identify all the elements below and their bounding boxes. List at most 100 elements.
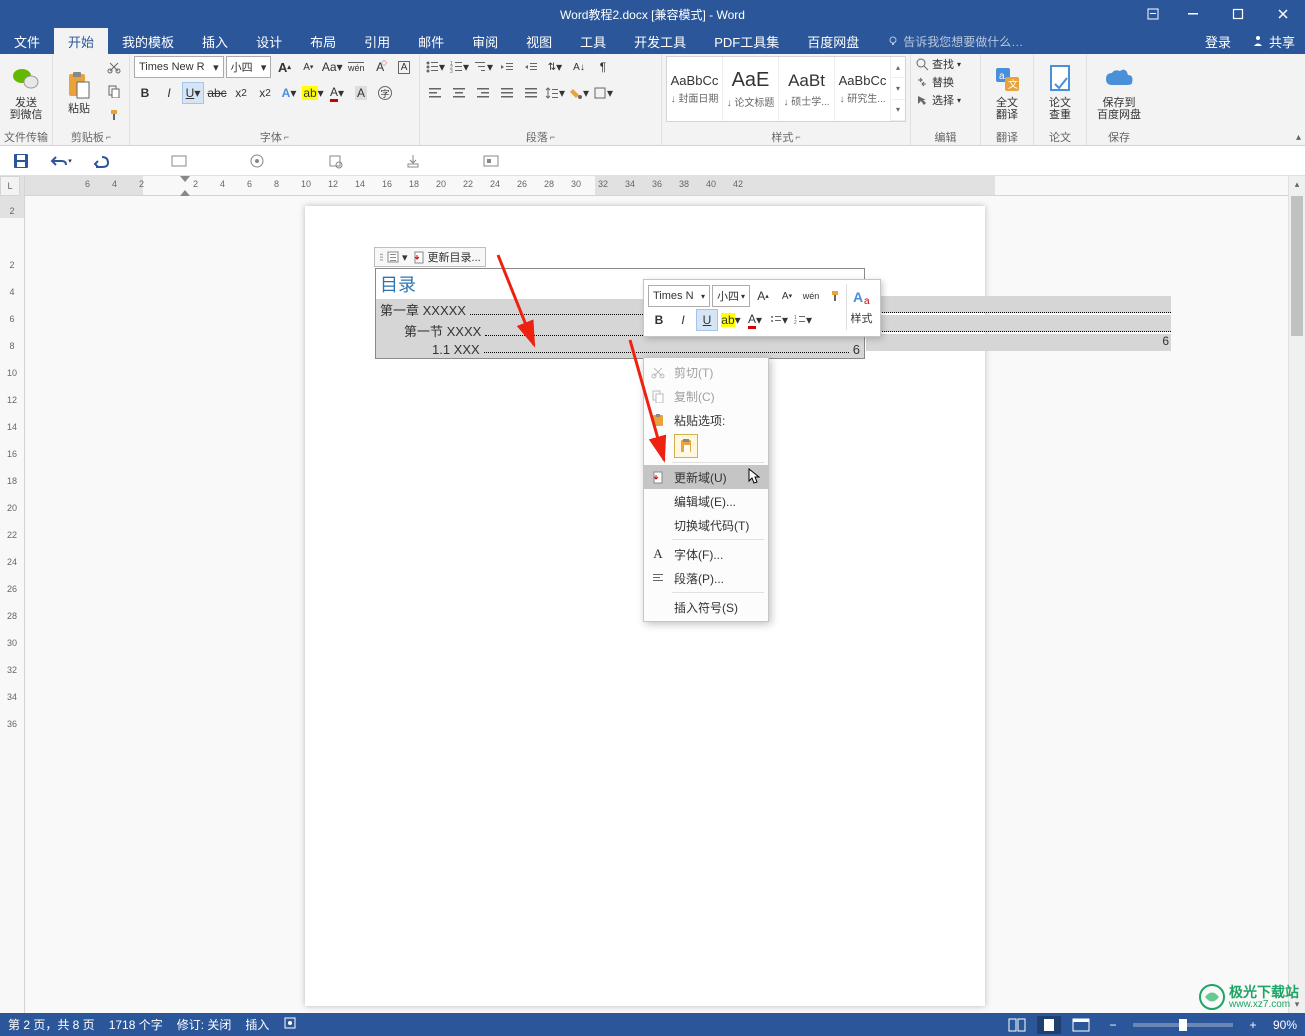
tab-pdf[interactable]: PDF工具集: [700, 28, 793, 54]
qat-btn-4[interactable]: [402, 150, 424, 172]
toc-grip-icon[interactable]: ⁝⁝: [379, 251, 382, 264]
bullets-button[interactable]: ▾: [424, 56, 446, 78]
paste-button[interactable]: 粘贴: [57, 56, 101, 128]
increase-indent-button[interactable]: [520, 56, 542, 78]
status-page[interactable]: 第 2 页，共 8 页: [8, 1016, 95, 1033]
paste-keep-source-button[interactable]: [674, 434, 698, 458]
asian-layout-button[interactable]: ⇅▾: [544, 56, 566, 78]
tab-home[interactable]: 开始: [54, 28, 108, 54]
format-painter-button[interactable]: [103, 104, 125, 126]
style-scroll-up[interactable]: ▴: [891, 57, 905, 78]
tab-insert[interactable]: 插入: [188, 28, 242, 54]
zoom-slider[interactable]: [1133, 1023, 1233, 1027]
tab-view[interactable]: 视图: [512, 28, 566, 54]
tab-developer[interactable]: 开发工具: [620, 28, 700, 54]
mini-bullets[interactable]: ▾: [768, 309, 790, 331]
translate-button[interactable]: a文全文 翻译: [985, 56, 1029, 128]
mini-grow-font[interactable]: A▴: [752, 285, 774, 307]
tab-tools[interactable]: 工具: [566, 28, 620, 54]
send-to-wechat-button[interactable]: 发送 到微信: [4, 56, 48, 128]
tab-mailings[interactable]: 邮件: [404, 28, 458, 54]
cm-paragraph[interactable]: 段落(P)...: [644, 566, 768, 590]
borders-button[interactable]: ▾: [592, 82, 614, 104]
tab-file[interactable]: 文件: [0, 28, 54, 54]
cm-copy[interactable]: 复制(C): [644, 384, 768, 408]
login-button[interactable]: 登录: [1195, 28, 1241, 54]
sort-button[interactable]: A↓: [568, 56, 590, 78]
font-family-select[interactable]: Times New R▾: [134, 56, 224, 78]
mini-numbering[interactable]: 12▾: [792, 309, 814, 331]
change-case-button[interactable]: Aa▾: [321, 56, 343, 78]
qat-btn-2[interactable]: [246, 150, 268, 172]
style-scroll-down[interactable]: ▾: [891, 78, 905, 99]
style-item[interactable]: AaBt↓ 硕士学...: [779, 57, 835, 121]
share-button[interactable]: 共享: [1241, 28, 1305, 54]
status-macro-icon[interactable]: [283, 1016, 297, 1033]
tab-my-templates[interactable]: 我的模板: [108, 28, 188, 54]
style-gallery[interactable]: AaBbCc↓ 封面日期 AaE↓ 论文标题 AaBt↓ 硕士学... AaBb…: [666, 56, 906, 122]
multilevel-button[interactable]: ▾: [472, 56, 494, 78]
mini-size-select[interactable]: 小四▾: [712, 285, 750, 307]
maximize-button[interactable]: [1215, 0, 1260, 28]
tab-baidu[interactable]: 百度网盘: [793, 28, 873, 54]
toc-menu-button[interactable]: ▾: [386, 250, 408, 264]
view-web-button[interactable]: [1069, 1016, 1093, 1034]
toc-line-3[interactable]: 1.1 XXX6: [376, 341, 864, 358]
align-center-button[interactable]: [448, 82, 470, 104]
mini-phonetic[interactable]: wén: [800, 285, 822, 307]
mini-font-select[interactable]: Times N▾: [648, 285, 710, 307]
mini-underline[interactable]: U: [696, 309, 718, 331]
cm-edit-field[interactable]: 编辑域(E)...: [644, 489, 768, 513]
tab-layout[interactable]: 布局: [296, 28, 350, 54]
collapse-ribbon-button[interactable]: ▴: [1296, 132, 1301, 143]
decrease-indent-button[interactable]: [496, 56, 518, 78]
styles-launcher[interactable]: ⌐: [795, 132, 800, 142]
thesis-check-button[interactable]: 论文 查重: [1038, 56, 1082, 128]
style-item[interactable]: AaE↓ 论文标题: [723, 57, 779, 121]
italic-button[interactable]: I: [158, 82, 180, 104]
replace-button[interactable]: 替换: [915, 74, 954, 90]
qat-redo-button[interactable]: [90, 150, 112, 172]
qat-save-button[interactable]: [10, 150, 32, 172]
align-left-button[interactable]: [424, 82, 446, 104]
ruler-corner[interactable]: L: [0, 176, 20, 196]
cm-font[interactable]: A字体(F)...: [644, 542, 768, 566]
cm-insert-symbol[interactable]: 插入符号(S): [644, 595, 768, 619]
tab-references[interactable]: 引用: [350, 28, 404, 54]
find-button[interactable]: 查找▾: [915, 56, 961, 72]
superscript-button[interactable]: x2: [254, 82, 276, 104]
tab-review[interactable]: 审阅: [458, 28, 512, 54]
show-marks-button[interactable]: ¶: [592, 56, 614, 78]
numbering-button[interactable]: 123▾: [448, 56, 470, 78]
line-spacing-button[interactable]: ▾: [544, 82, 566, 104]
strikethrough-button[interactable]: abc: [206, 82, 228, 104]
view-print-button[interactable]: [1037, 1016, 1061, 1034]
phonetic-guide-button[interactable]: wén: [345, 56, 367, 78]
mini-format-painter[interactable]: [824, 285, 846, 307]
font-color-button[interactable]: A▾: [326, 82, 348, 104]
scroll-up-button[interactable]: ▴: [1289, 176, 1305, 193]
copy-button[interactable]: [103, 80, 125, 102]
tab-design[interactable]: 设计: [242, 28, 296, 54]
zoom-level[interactable]: 90%: [1273, 1018, 1297, 1032]
vertical-ruler[interactable]: 224681012141618202224262830323436: [0, 176, 25, 1013]
subscript-button[interactable]: x2: [230, 82, 252, 104]
status-track[interactable]: 修订: 关闭: [177, 1016, 232, 1033]
shrink-font-button[interactable]: A▾: [297, 56, 319, 78]
close-button[interactable]: [1260, 0, 1305, 28]
font-launcher[interactable]: ⌐: [284, 132, 289, 142]
mini-shrink-font[interactable]: A▾: [776, 285, 798, 307]
mini-styles-button[interactable]: Aa 样式: [846, 284, 876, 330]
indent-marker-icon[interactable]: [180, 176, 190, 196]
mini-bold[interactable]: B: [648, 309, 670, 331]
align-right-button[interactable]: [472, 82, 494, 104]
save-baidu-button[interactable]: 保存到 百度网盘: [1091, 56, 1147, 128]
underline-button[interactable]: U▾: [182, 82, 204, 104]
align-distributed-button[interactable]: [520, 82, 542, 104]
minimize-button[interactable]: [1170, 0, 1215, 28]
qat-btn-1[interactable]: [168, 150, 190, 172]
cm-cut[interactable]: 剪切(T): [644, 360, 768, 384]
vertical-scrollbar[interactable]: ▴ ▾: [1288, 176, 1305, 1013]
status-words[interactable]: 1718 个字: [109, 1016, 163, 1033]
qat-undo-button[interactable]: ▾: [50, 150, 72, 172]
